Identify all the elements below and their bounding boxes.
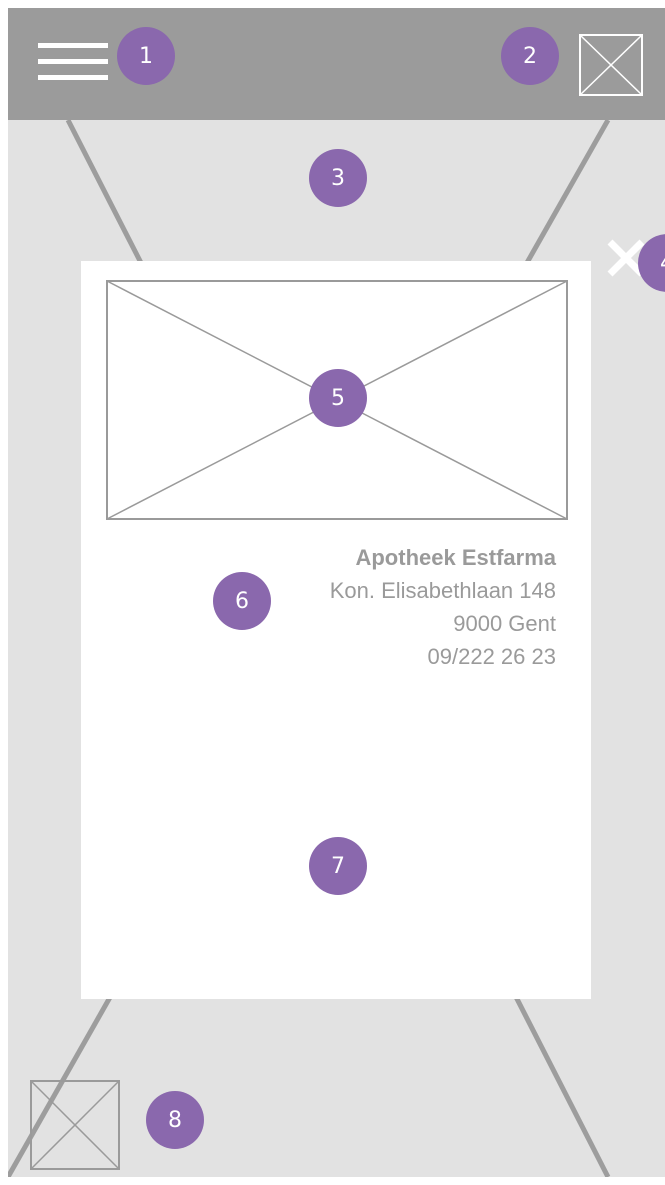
footer-image-placeholder[interactable] bbox=[30, 1080, 120, 1170]
pharmacy-city: 9000 Gent bbox=[453, 611, 556, 636]
header-logo-placeholder[interactable] bbox=[579, 34, 643, 96]
annotation-badge-1: 1 bbox=[117, 27, 175, 85]
annotation-badge-5: 5 bbox=[309, 369, 367, 427]
pharmacy-address: Apotheek Estfarma Kon. Elisabethlaan 148… bbox=[330, 541, 556, 673]
header-bar bbox=[8, 8, 665, 120]
annotation-badge-2: 2 bbox=[501, 27, 559, 85]
annotation-badge-6: 6 bbox=[213, 572, 271, 630]
annotation-badge-3: 3 bbox=[309, 149, 367, 207]
wireframe-screen: Apotheek Estfarma Kon. Elisabethlaan 148… bbox=[8, 8, 665, 1177]
pharmacy-street: Kon. Elisabethlaan 148 bbox=[329, 578, 556, 603]
annotation-badge-8: 8 bbox=[146, 1091, 204, 1149]
hamburger-menu-icon[interactable] bbox=[38, 43, 108, 83]
pharmacy-name: Apotheek Estfarma bbox=[355, 545, 556, 570]
pharmacy-phone[interactable]: 09/222 26 23 bbox=[330, 640, 556, 673]
annotation-badge-7: 7 bbox=[309, 837, 367, 895]
